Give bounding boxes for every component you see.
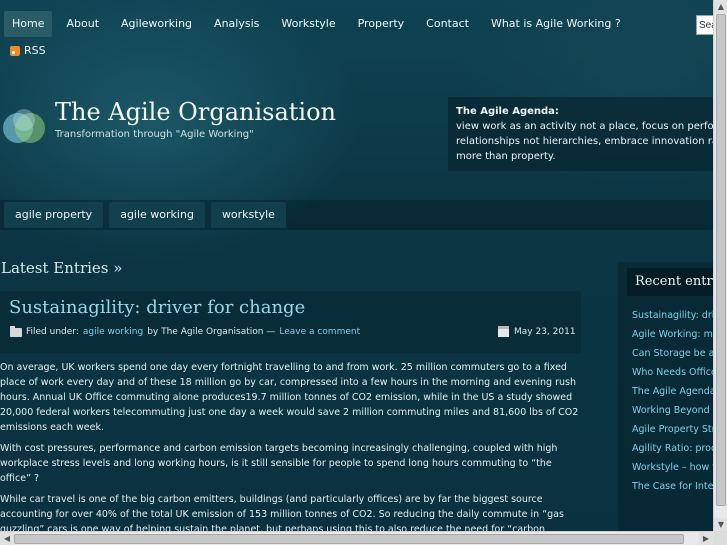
nav-analysis[interactable]: Analysis xyxy=(206,11,267,37)
tag-agile-working[interactable]: agile working xyxy=(109,202,205,228)
post-header: Sustainagility: driver for change Filed … xyxy=(0,291,581,353)
rss-icon xyxy=(10,45,20,56)
recent-entry-link[interactable]: Workstyle – how y xyxy=(632,462,713,481)
recent-entry-link[interactable]: Working Beyond B xyxy=(632,405,713,424)
page-viewport: Home About Agileworking Analysis Worksty… xyxy=(0,0,713,531)
recent-entry-link[interactable]: Who Needs Office xyxy=(632,367,713,386)
nav-workstyle[interactable]: Workstyle xyxy=(273,11,343,37)
nav-contact[interactable]: Contact xyxy=(418,11,477,37)
recent-entry-link[interactable]: The Case for Inter xyxy=(632,481,713,500)
post-date-text: May 23, 2011 xyxy=(514,326,576,337)
recent-entry-link[interactable]: Agility Ratio: produ xyxy=(632,443,713,462)
post-paragraph: On average, UK workers spend one day eve… xyxy=(0,362,579,433)
category-link[interactable]: agile working xyxy=(83,327,143,337)
vertical-scrollbar[interactable]: ▲ ▼ xyxy=(713,0,727,531)
filed-under-label: Filed under: xyxy=(26,327,79,337)
tag-bar: agile property agile working workstyle xyxy=(0,200,713,230)
rss-link[interactable]: RSS xyxy=(10,44,46,57)
recent-entry-link[interactable]: Agile Property Stra xyxy=(632,424,713,443)
nav-about[interactable]: About xyxy=(58,11,107,37)
recent-entries-list: Sustainagility: drive Agile Working: mo … xyxy=(632,310,713,500)
post-title[interactable]: Sustainagility: driver for change xyxy=(9,297,305,318)
rss-label: RSS xyxy=(24,44,46,57)
nav-home[interactable]: Home xyxy=(4,11,53,37)
logo-icon xyxy=(3,109,45,143)
scroll-right-icon[interactable]: ▶ xyxy=(699,532,713,545)
site-tagline: Transformation through "Agile Working" xyxy=(55,129,254,140)
post-paragraph: With cost pressures, performance and car… xyxy=(0,443,558,484)
recent-entry-link[interactable]: Agile Working: mo xyxy=(632,329,713,348)
horizontal-scroll-thumb[interactable] xyxy=(14,534,684,544)
sidebar: Recent entri Sustainagility: drive Agile… xyxy=(618,262,713,531)
recent-entry-link[interactable]: The Agile Agenda xyxy=(632,386,713,405)
site-title[interactable]: The Agile Organisation xyxy=(55,98,336,126)
post-body: On average, UK workers spend one day eve… xyxy=(0,360,582,531)
post-author: by The Agile Organisation — xyxy=(147,327,276,337)
latest-entries-heading: Latest Entries » xyxy=(1,259,123,277)
horizontal-scrollbar[interactable]: ◀ ▶ xyxy=(0,531,713,545)
agenda-line: relationships not hierarchies, embrace i… xyxy=(456,136,713,147)
scrollbar-corner xyxy=(713,531,727,545)
agenda-box: The Agile Agenda: view work as an activi… xyxy=(448,97,713,171)
scroll-down-icon[interactable]: ▼ xyxy=(714,518,727,531)
tag-agile-property[interactable]: agile property xyxy=(4,202,104,228)
vertical-scroll-thumb[interactable] xyxy=(716,14,726,506)
folder-icon xyxy=(10,325,22,337)
scroll-left-icon[interactable]: ◀ xyxy=(0,532,14,545)
post-paragraph: While car travel is one of the big carbo… xyxy=(0,494,564,531)
top-navigation: Home About Agileworking Analysis Worksty… xyxy=(0,11,629,37)
scroll-up-icon[interactable]: ▲ xyxy=(714,0,727,13)
nav-agileworking[interactable]: Agileworking xyxy=(113,11,200,37)
recent-entry-link[interactable]: Sustainagility: drive xyxy=(632,310,713,329)
nav-what-is-agile-working[interactable]: What is Agile Working ? xyxy=(483,11,629,37)
agenda-title: The Agile Agenda: xyxy=(456,106,559,117)
recent-entry-link[interactable]: Can Storage be as xyxy=(632,348,713,367)
calendar-icon xyxy=(498,326,509,337)
recent-entries-heading: Recent entri xyxy=(627,268,713,296)
post-meta: Filed under: agile working by The Agile … xyxy=(10,325,360,337)
agenda-line: more than property. xyxy=(456,151,556,162)
tag-workstyle[interactable]: workstyle xyxy=(210,202,286,228)
leave-comment-link[interactable]: Leave a comment xyxy=(279,327,360,337)
agenda-line: view work as an activity not a place, fo… xyxy=(456,121,713,132)
nav-property[interactable]: Property xyxy=(350,11,413,37)
post-date: May 23, 2011 xyxy=(498,326,576,337)
